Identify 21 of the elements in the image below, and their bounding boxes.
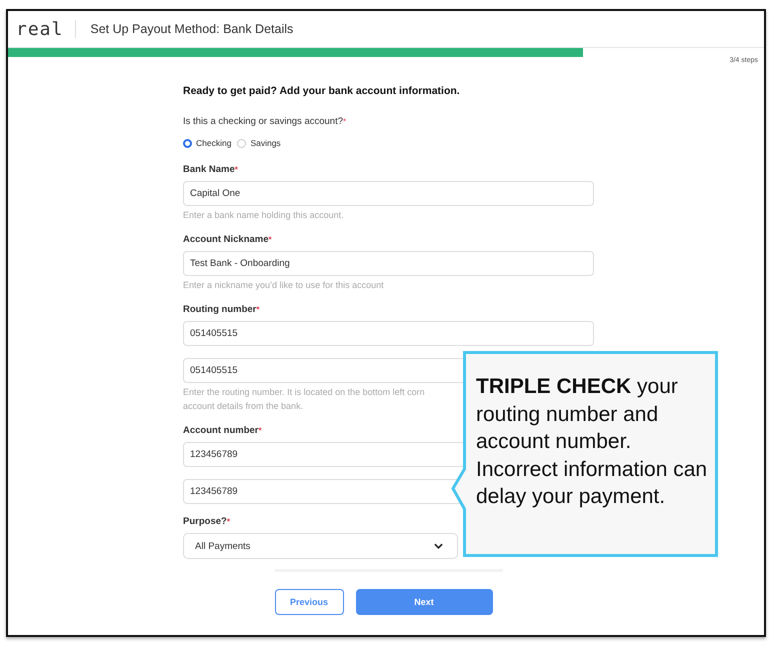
field-label: Purpose?* (183, 516, 230, 527)
hint-text: Enter the routing number. It is located on the bottom left corn account details from the bank. (183, 386, 425, 413)
required-mark: * (268, 235, 272, 244)
form-heading: Ready to get paid? Add your bank account information. (183, 85, 461, 97)
radio-label: Savings (250, 138, 281, 148)
page-title: Set Up Payout Method: Bank Details (90, 22, 294, 36)
field-label: Routing number* (183, 304, 260, 315)
field-label: Bank Name* (183, 164, 238, 175)
logo: real (16, 18, 64, 40)
field-label: Account Nickname* (183, 234, 272, 245)
required-mark: * (343, 117, 346, 126)
required-mark: * (256, 305, 260, 314)
field-label: Account number* (183, 425, 262, 436)
radio-label: Checking (196, 138, 232, 148)
required-mark: * (258, 426, 262, 435)
dropdown-value: All Payments (195, 540, 250, 552)
field-label: Is this a checking or savings account?* (183, 116, 346, 127)
hint-text: Enter a bank name holding this account. (183, 209, 344, 222)
required-mark: * (234, 165, 238, 174)
required-mark: * (226, 517, 230, 526)
hint-text: Enter a nickname you’d like to use for this account (183, 279, 384, 292)
